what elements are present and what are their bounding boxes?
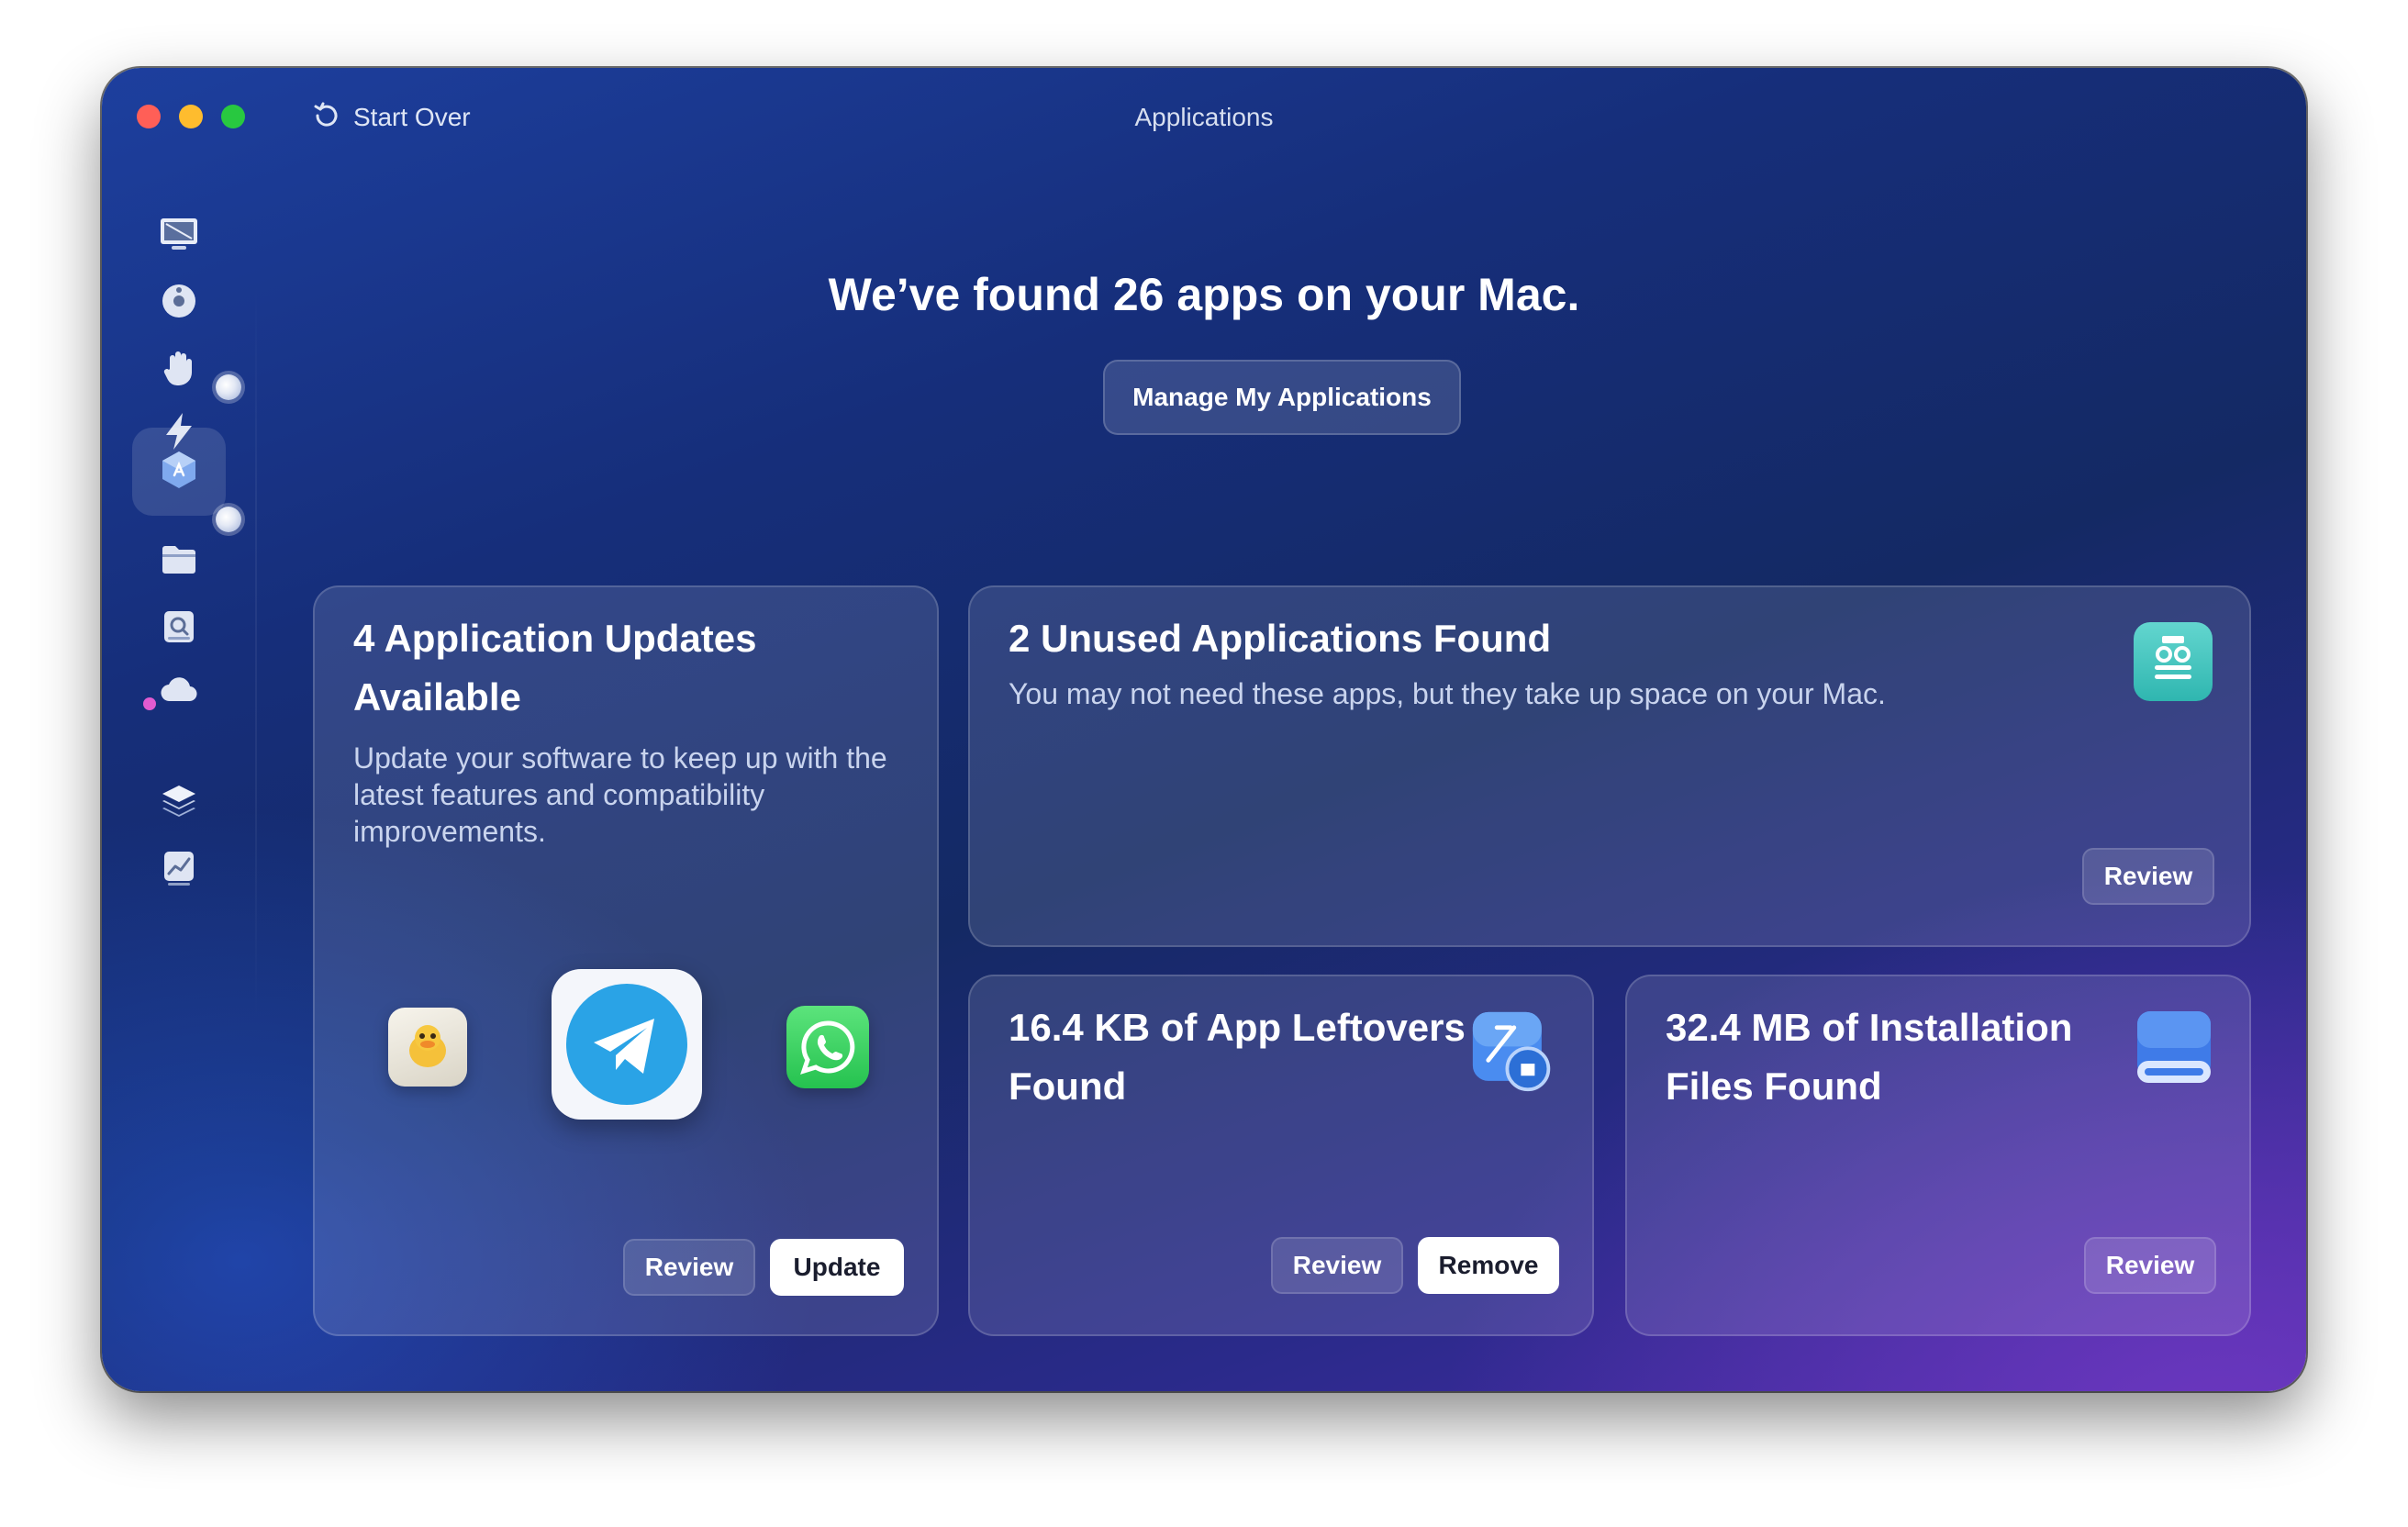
leftovers-title-line2: Found [1009, 1064, 1127, 1108]
notification-dot [216, 374, 241, 400]
updates-title-line1: 4 Application Updates [353, 617, 757, 660]
cloud-icon [157, 668, 201, 717]
remove-button[interactable]: Remove [1418, 1237, 1559, 1294]
robot-icon [2134, 622, 2213, 701]
manage-applications-button[interactable]: Manage My Applications [1103, 360, 1461, 435]
unused-apps-description: You may not need these apps, but they ta… [1009, 677, 1886, 710]
installation-files-title: 32.4 MB of Installation Files Found [1666, 998, 2072, 1116]
notification-dot [216, 507, 241, 532]
app-store-icon [157, 448, 201, 496]
sidebar-divider [255, 279, 257, 1022]
sidebar-item-performance[interactable] [132, 826, 226, 914]
drive-icon [2132, 1008, 2216, 1096]
whatsapp-icon [786, 1006, 869, 1088]
updates-description: Update your software to keep up with the… [353, 741, 887, 848]
sidebar-item-applications[interactable] [132, 428, 226, 516]
installation-files-review-button[interactable]: Review [2084, 1237, 2216, 1294]
duck-app-icon [388, 1008, 467, 1087]
monitor-icon [157, 213, 201, 262]
window-title: Applications [1134, 103, 1274, 131]
installation-title-line1: 32.4 MB of Installation [1666, 1006, 2073, 1049]
leftovers-title: 16.4 KB of App Leftovers Found [1009, 998, 1466, 1116]
unused-apps-card: 2 Unused Applications Found You may not … [968, 585, 2251, 947]
installation-title-line2: Files Found [1666, 1064, 1882, 1108]
hand-icon [157, 345, 201, 394]
leftovers-card: 16.4 KB of App Leftovers Found Review Re… [968, 975, 1594, 1336]
sidebar [102, 68, 256, 1391]
installation-files-card: 32.4 MB of Installation Files Found Revi… [1625, 975, 2251, 1336]
page-headline: We’ve found 26 apps on your Mac. [828, 269, 1580, 320]
leftovers-review-button[interactable]: Review [1271, 1237, 1403, 1294]
app-window: Start Over Applications We’ve found 26 a… [102, 68, 2306, 1391]
updates-title-line2: Available [353, 675, 521, 719]
updates-title: 4 Application Updates Available [353, 609, 757, 727]
leftovers-title-line1: 16.4 KB of App Leftovers [1009, 1006, 1466, 1049]
updates-review-button[interactable]: Review [623, 1239, 755, 1296]
unused-apps-title: 2 Unused Applications Found [1009, 617, 1552, 660]
folder-icon [157, 538, 201, 586]
unused-apps-review-button[interactable]: Review [2082, 848, 2214, 905]
layers-icon [157, 780, 201, 829]
leftovers-icon [1471, 1008, 1554, 1096]
updates-card: 4 Application Updates Available Update y… [313, 585, 939, 1336]
update-button[interactable]: Update [770, 1239, 904, 1296]
disk-search-icon [157, 604, 201, 652]
telegram-icon [552, 969, 702, 1120]
sidebar-item-cloud[interactable] [132, 648, 226, 736]
assistant-badge [143, 697, 156, 710]
chart-icon [157, 846, 201, 895]
